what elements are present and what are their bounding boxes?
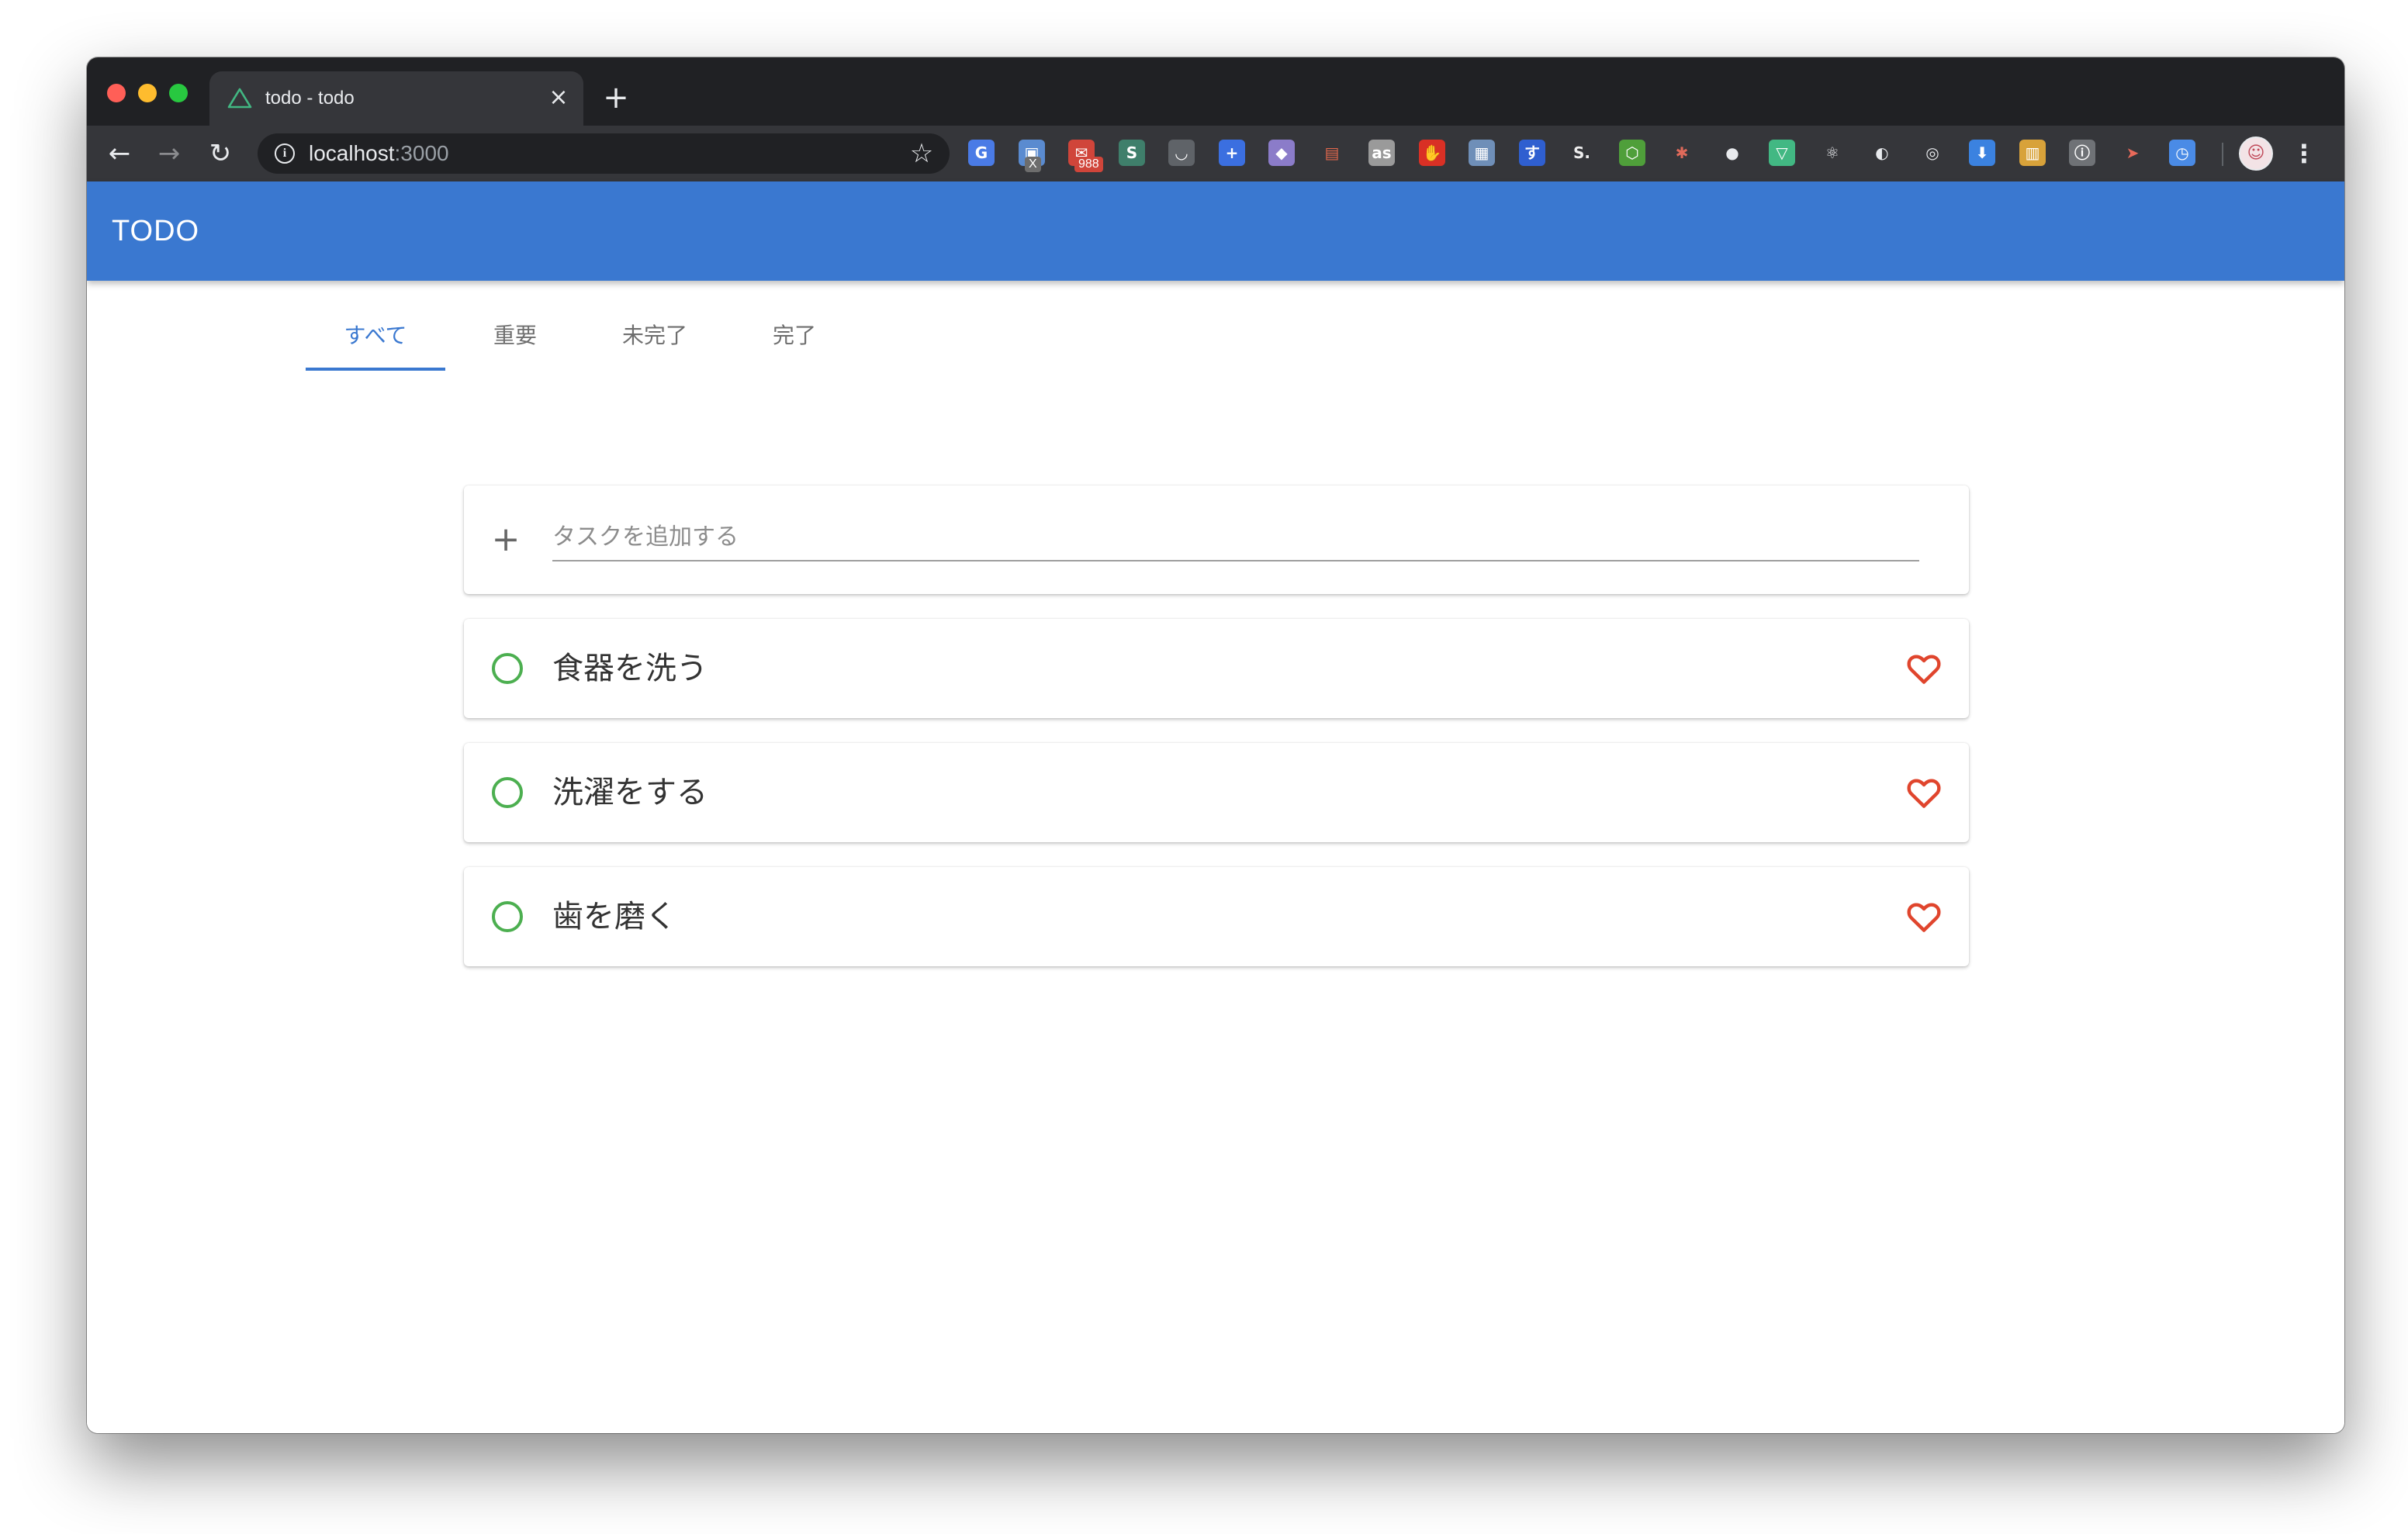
tab-incomplete[interactable]: 未完了 bbox=[585, 301, 725, 371]
app-title: TODO bbox=[112, 215, 200, 247]
add-icon[interactable]: + bbox=[490, 520, 521, 560]
s-dot-icon[interactable]: S. bbox=[1569, 140, 1595, 166]
task-item: 歯を磨く bbox=[464, 867, 1969, 966]
download-ext-icon[interactable]: ⬇ bbox=[1969, 140, 1995, 166]
plus-ext-icon[interactable]: + bbox=[1219, 140, 1245, 166]
task-label: 食器を洗う bbox=[552, 651, 708, 686]
target-ext-icon[interactable]: ◎ bbox=[1919, 140, 1946, 166]
browser-menu-icon[interactable]: ⋮ bbox=[2289, 133, 2320, 174]
minimize-window-button[interactable] bbox=[138, 84, 157, 102]
toolbar-divider bbox=[2222, 143, 2223, 166]
complete-checkbox-icon[interactable] bbox=[492, 901, 523, 932]
url-text[interactable]: localhost:3000 bbox=[309, 133, 449, 174]
url-port: :3000 bbox=[394, 141, 449, 165]
window-ext-badge: X bbox=[1025, 157, 1041, 172]
node-icon[interactable]: ⬡ bbox=[1619, 140, 1645, 166]
browser-tab[interactable]: todo - todo × bbox=[209, 71, 583, 126]
asterisk-ext-icon[interactable]: ✱ bbox=[1669, 140, 1695, 166]
close-window-button[interactable] bbox=[107, 84, 126, 102]
add-task-input[interactable] bbox=[552, 513, 1919, 561]
heart-icon[interactable] bbox=[1907, 653, 1941, 686]
moon-ext-icon[interactable]: ◐ bbox=[1869, 140, 1895, 166]
browser-window: todo - todo × + ← → ↻ i localhost:3000 ☆… bbox=[87, 57, 2344, 1433]
task-label: 洗濯をする bbox=[552, 775, 708, 810]
printer-ext-icon[interactable]: ▦ bbox=[1469, 140, 1495, 166]
site-info-icon[interactable]: i bbox=[275, 143, 295, 164]
heart-icon[interactable] bbox=[1907, 777, 1941, 810]
react-icon[interactable]: ⚛ bbox=[1819, 140, 1846, 166]
tab-important[interactable]: 重要 bbox=[445, 301, 585, 371]
forward-arrow-icon[interactable]: → bbox=[149, 133, 189, 174]
s-ext-icon[interactable]: S bbox=[1119, 140, 1145, 166]
lastfm-icon[interactable]: as bbox=[1368, 140, 1395, 166]
tab-strip: todo - todo × + bbox=[87, 57, 2344, 126]
stop-hand-icon[interactable]: ✋ bbox=[1419, 140, 1445, 166]
profile-avatar[interactable]: ☺ bbox=[2239, 136, 2273, 171]
task-item: 食器を洗う bbox=[464, 619, 1969, 718]
heart-icon[interactable] bbox=[1907, 901, 1941, 934]
tab-close-icon[interactable]: × bbox=[545, 84, 573, 112]
tab-all[interactable]: すべて bbox=[306, 301, 445, 371]
bookmark-star-icon[interactable]: ☆ bbox=[905, 136, 939, 171]
info-ext-icon[interactable]: ⓘ bbox=[2069, 140, 2095, 166]
pocket-icon[interactable]: ◡ bbox=[1168, 140, 1195, 166]
browser-toolbar: ← → ↻ i localhost:3000 ☆ G ▣ X ✉ 988 S ◡ + ◆ ▤ as ✋… bbox=[87, 126, 2344, 181]
translate-icon[interactable]: G bbox=[968, 140, 995, 166]
add-task-card: + bbox=[464, 485, 1969, 594]
tab-title: todo - todo bbox=[265, 88, 355, 109]
clock-ext-icon[interactable]: ◷ bbox=[2169, 140, 2195, 166]
circle-ext-icon[interactable]: ● bbox=[1719, 140, 1745, 166]
complete-checkbox-icon[interactable] bbox=[492, 777, 523, 808]
tab-completed[interactable]: 完了 bbox=[725, 301, 864, 371]
app-bar: TODO bbox=[87, 181, 2344, 281]
address-bar[interactable]: i localhost:3000 ☆ bbox=[258, 133, 950, 174]
page-content: TODO すべて 重要 未完了 完了 + 食器を洗う 洗濯をする bbox=[87, 181, 2344, 1433]
complete-checkbox-icon[interactable] bbox=[492, 653, 523, 684]
url-host: localhost bbox=[309, 141, 395, 165]
share-ext-icon[interactable]: ➤ bbox=[2119, 140, 2146, 166]
maximize-window-button[interactable] bbox=[169, 84, 188, 102]
new-tab-button[interactable]: + bbox=[599, 81, 633, 115]
mail-badge: 988 bbox=[1074, 157, 1103, 172]
vue-favicon-icon bbox=[227, 88, 252, 109]
github-cat-icon[interactable]: ◆ bbox=[1268, 140, 1295, 166]
photo-ext-icon[interactable]: ▤ bbox=[1319, 140, 1345, 166]
reload-icon[interactable]: ↻ bbox=[200, 133, 240, 174]
task-item: 洗濯をする bbox=[464, 743, 1969, 842]
vue-icon[interactable]: ▽ bbox=[1769, 140, 1795, 166]
books-ext-icon[interactable]: ▥ bbox=[2019, 140, 2046, 166]
back-arrow-icon[interactable]: ← bbox=[99, 133, 140, 174]
task-label: 歯を磨く bbox=[552, 899, 676, 935]
su-ext-icon[interactable]: す bbox=[1519, 140, 1545, 166]
